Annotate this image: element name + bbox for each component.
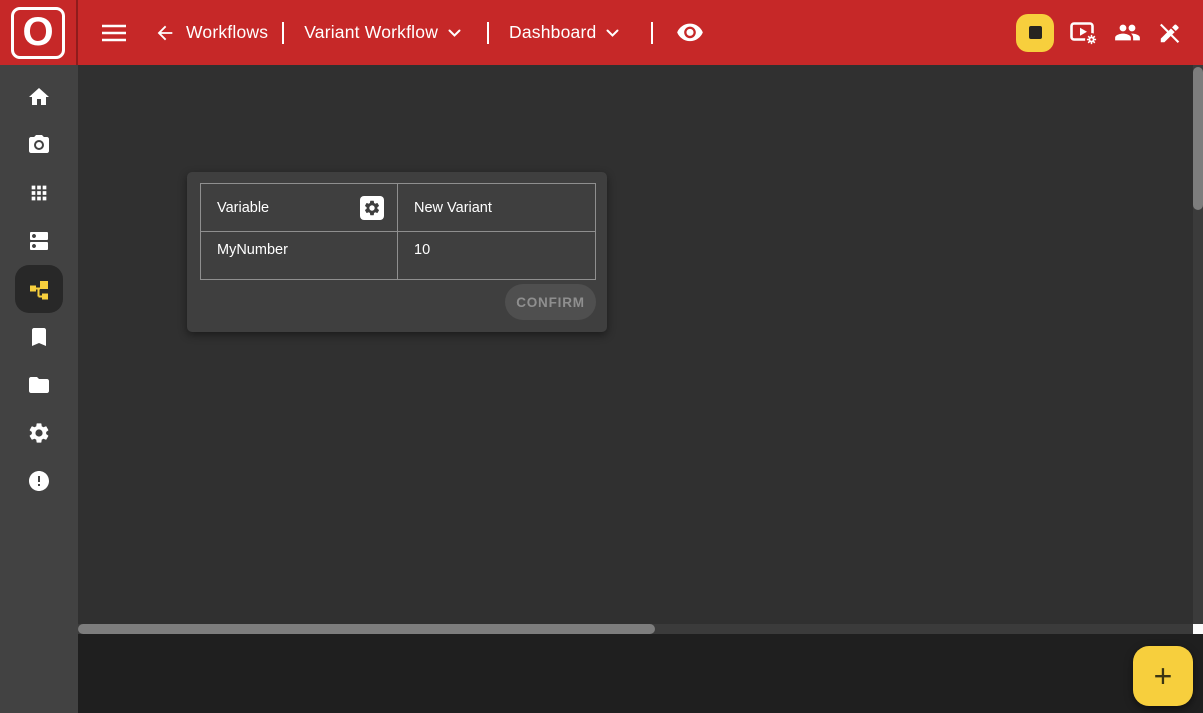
app-window: O Workflows Variant Workflow Dashboard bbox=[0, 0, 1203, 713]
app-logo[interactable]: O bbox=[0, 0, 78, 65]
breadcrumb-workflows[interactable]: Workflows bbox=[186, 22, 268, 43]
dns-list-icon bbox=[27, 229, 51, 253]
visibility-eye-icon bbox=[676, 23, 704, 43]
horizontal-scrollbar-track[interactable] bbox=[78, 624, 1193, 634]
confirm-button[interactable]: CONFIRM bbox=[505, 284, 596, 320]
people-icon bbox=[1114, 19, 1141, 46]
divider bbox=[651, 22, 653, 44]
horizontal-scrollbar-thumb[interactable] bbox=[78, 624, 655, 634]
back-arrow-icon bbox=[154, 22, 176, 44]
chevron-down-icon bbox=[448, 29, 461, 37]
edit-off-button[interactable] bbox=[1157, 20, 1183, 46]
table-header-new-variant: New Variant bbox=[398, 184, 595, 232]
video-settings-button[interactable] bbox=[1070, 20, 1098, 46]
settings-applications-icon bbox=[363, 199, 381, 217]
variant-dialog-card: Variable New Variant MyNumber 10 CONFIRM bbox=[187, 172, 607, 332]
bookmark-icon bbox=[27, 325, 51, 349]
apps-grid-icon bbox=[28, 182, 50, 204]
bottom-panel bbox=[78, 634, 1203, 713]
dashboard-canvas: Variable New Variant MyNumber 10 CONFIRM bbox=[78, 65, 1203, 624]
workflow-dropdown-value: Variant Workflow bbox=[304, 22, 438, 43]
vertical-scrollbar-thumb[interactable] bbox=[1193, 67, 1203, 210]
workflow-tree-icon bbox=[27, 277, 51, 302]
divider bbox=[282, 22, 284, 44]
preview-button[interactable] bbox=[676, 23, 704, 43]
error-icon bbox=[27, 469, 51, 493]
back-button[interactable] bbox=[154, 22, 176, 44]
stop-record-button[interactable] bbox=[1016, 14, 1054, 52]
scrollbar-corner bbox=[1193, 624, 1203, 634]
sidebar-item-datasets[interactable] bbox=[15, 229, 63, 253]
settings-gear-icon bbox=[27, 421, 51, 445]
sidebar-nav bbox=[0, 65, 78, 713]
chevron-down-icon bbox=[606, 29, 619, 37]
header-new-variant-label: New Variant bbox=[414, 200, 492, 216]
table-cell-variable-value[interactable]: 10 bbox=[398, 232, 595, 279]
vertical-scrollbar-track[interactable] bbox=[1193, 65, 1203, 624]
logo-letter: O bbox=[22, 12, 53, 52]
add-button[interactable]: + bbox=[1133, 646, 1193, 706]
topbar-actions bbox=[1016, 14, 1183, 52]
home-icon bbox=[27, 85, 51, 109]
variable-table: Variable New Variant MyNumber 10 bbox=[200, 183, 596, 280]
sidebar-item-errors[interactable] bbox=[15, 469, 63, 493]
view-dropdown-value: Dashboard bbox=[509, 22, 596, 43]
sidebar-item-files[interactable] bbox=[15, 373, 63, 397]
camera-icon bbox=[27, 133, 51, 157]
variable-settings-button[interactable] bbox=[360, 196, 384, 220]
top-bar: O Workflows Variant Workflow Dashboard bbox=[0, 0, 1203, 65]
workflow-dropdown[interactable]: Variant Workflow bbox=[304, 22, 461, 43]
plus-icon: + bbox=[1154, 658, 1173, 694]
divider bbox=[487, 22, 489, 44]
sidebar-item-settings[interactable] bbox=[15, 421, 63, 445]
users-button[interactable] bbox=[1114, 19, 1141, 46]
header-variable-label: Variable bbox=[217, 200, 269, 216]
folder-icon bbox=[27, 373, 51, 397]
video-settings-icon bbox=[1070, 20, 1098, 46]
table-cell-variable-name: MyNumber bbox=[201, 232, 398, 279]
edit-off-icon bbox=[1157, 20, 1183, 46]
stop-icon bbox=[1029, 26, 1042, 39]
logo-o-icon: O bbox=[11, 7, 65, 59]
sidebar-item-bookmarks[interactable] bbox=[15, 325, 63, 349]
sidebar-item-camera[interactable] bbox=[15, 133, 63, 157]
sidebar-item-home[interactable] bbox=[15, 85, 63, 109]
sidebar-item-apps[interactable] bbox=[15, 181, 63, 205]
menu-icon bbox=[102, 24, 126, 42]
view-dropdown[interactable]: Dashboard bbox=[509, 22, 619, 43]
menu-button[interactable] bbox=[102, 24, 126, 42]
sidebar-item-workflows[interactable] bbox=[15, 277, 63, 301]
table-header-variable: Variable bbox=[201, 184, 398, 232]
